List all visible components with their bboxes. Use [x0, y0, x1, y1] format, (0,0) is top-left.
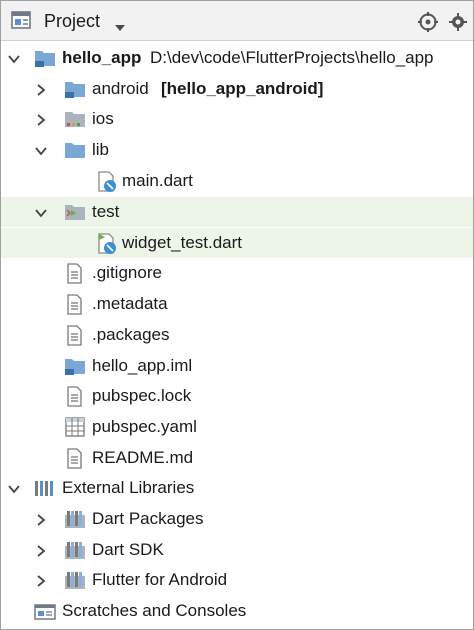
text-file-icon [66, 325, 88, 346]
chevron-right-icon[interactable] [34, 112, 48, 126]
tree-item-label: Flutter for Android [92, 570, 228, 589]
library-icon [64, 570, 86, 590]
tree-item-hello-app[interactable]: hello_app D:\dev\code\FlutterProjects\he… [1, 43, 473, 73]
chevron-down-icon[interactable] [7, 481, 21, 495]
tree-item-label: android [92, 79, 149, 98]
project-tool-window: Project hello_app D:\dev\code\FlutterPro… [0, 0, 474, 630]
folder-icon [64, 109, 86, 129]
chevron-down-icon[interactable] [34, 205, 48, 219]
tree-item-label: .metadata [92, 294, 168, 313]
tool-window-title[interactable]: Project [44, 11, 100, 32]
tree-item-gitignore[interactable]: .gitignore [1, 258, 473, 288]
dart-test-file-icon [96, 233, 118, 254]
dart-file-icon [96, 171, 118, 192]
tree-item-pubspec-yaml[interactable]: pubspec.yaml [1, 412, 473, 442]
scratches-icon [34, 601, 56, 621]
tree-item-main-dart[interactable]: main.dart [1, 166, 473, 196]
tree-item-dart-sdk[interactable]: Dart SDK [1, 535, 473, 565]
tree-item-label: .packages [92, 325, 170, 344]
libraries-icon [34, 478, 56, 498]
test-folder-icon [64, 202, 86, 222]
chevron-right-icon[interactable] [34, 543, 48, 557]
tree-item-label: pubspec.lock [92, 386, 192, 405]
tree-item-packages[interactable]: .packages [1, 320, 473, 350]
dropdown-arrow-icon[interactable] [114, 17, 126, 37]
tool-window-header: Project [1, 1, 473, 41]
tree-item-lib[interactable]: lib [1, 135, 473, 165]
source-folder-icon [64, 140, 86, 160]
tree-item-dart-packages[interactable]: Dart Packages [1, 504, 473, 534]
tree-item-label: External Libraries [62, 478, 195, 497]
tree-item-test[interactable]: test [1, 197, 473, 227]
tree-item-label: hello_app.iml [92, 356, 193, 375]
tree-item-readme[interactable]: README.md [1, 443, 473, 473]
tree-item-iml[interactable]: hello_app.iml [1, 351, 473, 381]
markdown-file-icon [66, 448, 88, 469]
tree-item-metadata[interactable]: .metadata [1, 289, 473, 319]
chevron-down-icon[interactable] [34, 143, 48, 157]
tree-item-flutter-for-android[interactable]: Flutter for Android [1, 565, 473, 595]
text-file-icon [66, 294, 88, 315]
tree-item-scratches-and-consoles[interactable]: Scratches and Consoles [1, 596, 473, 626]
tree-item-label: .gitignore [92, 263, 162, 282]
chevron-right-icon[interactable] [34, 82, 48, 96]
tree-item-label: pubspec.yaml [92, 417, 197, 436]
project-view-icon [11, 11, 33, 36]
target-icon[interactable] [418, 12, 438, 37]
tree-item-label: widget_test.dart [122, 233, 243, 252]
tree-item-pubspec-lock[interactable]: pubspec.lock [1, 381, 473, 411]
text-file-icon [66, 386, 88, 407]
tree-item-label: Dart Packages [92, 509, 204, 528]
tree-item-path: D:\dev\code\FlutterProjects\hello_app [150, 48, 434, 67]
project-tree: hello_app D:\dev\code\FlutterProjects\he… [1, 42, 473, 630]
text-file-icon [66, 263, 88, 284]
settings-icon[interactable] [449, 13, 467, 36]
tree-item-module-name: [hello_app_android] [161, 79, 324, 98]
tree-item-label: Scratches and Consoles [62, 601, 247, 620]
tree-item-label: ios [92, 109, 114, 128]
library-icon [64, 509, 86, 529]
chevron-down-icon[interactable] [7, 51, 21, 65]
module-folder-icon [64, 79, 86, 99]
tree-item-label: main.dart [122, 171, 193, 190]
tree-item-external-libraries[interactable]: External Libraries [1, 473, 473, 503]
tree-item-ios[interactable]: ios [1, 104, 473, 134]
library-icon [64, 540, 86, 560]
module-file-icon [64, 356, 86, 376]
module-folder-icon [34, 48, 56, 68]
yaml-file-icon [65, 417, 87, 437]
tree-item-android[interactable]: android [hello_app_android] [1, 74, 473, 104]
tree-item-label: Dart SDK [92, 540, 164, 559]
tree-item-label: test [92, 202, 120, 221]
tree-item-label: lib [92, 140, 110, 159]
chevron-right-icon[interactable] [34, 573, 48, 587]
tree-item-label: hello_app [62, 48, 142, 67]
tree-item-widget-test[interactable]: widget_test.dart [1, 228, 473, 258]
chevron-right-icon[interactable] [34, 512, 48, 526]
tree-item-label: README.md [92, 448, 194, 467]
